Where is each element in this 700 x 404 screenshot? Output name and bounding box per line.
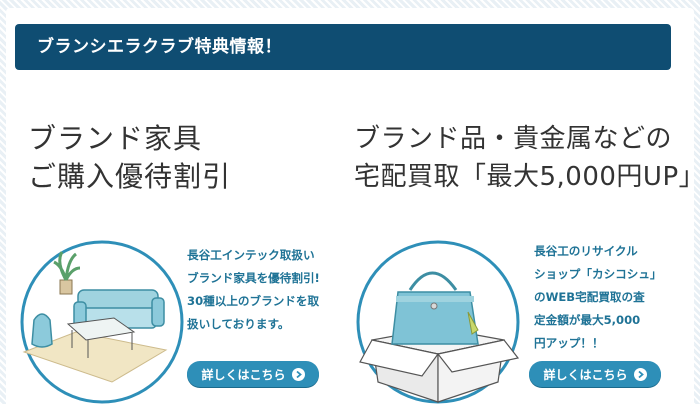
handbag-box-illustration-icon [356,240,520,404]
furniture-offer-description: 長谷工インテック取扱い ブランド家具を優待割引! 30種以上のブランドを取 扱い… [187,248,320,331]
button-label: 詳しくはこちら [543,367,628,382]
headline-line-2: 宅配買取「最大5,000円UP」 [354,162,700,192]
arrow-right-icon [633,367,647,381]
headline-line-1: ブランド品・貴金属などの [354,124,673,154]
furniture-details-button[interactable]: 詳しくはこちら [187,361,319,387]
furniture-offer-headline: ブランド家具 ご購入優待割引 [28,120,231,196]
headline-line-2: ご購入優待割引 [28,160,232,193]
furniture-illustration-icon [20,240,184,404]
buyback-offer-description: 長谷工のリサイクル ショップ「カシコシュ」 のWEB宅配買取の査 定金額が最大5… [534,244,662,350]
button-label: 詳しくはこちら [201,367,286,382]
buyback-details-button[interactable]: 詳しくはこちら [529,361,661,387]
headline-line-1: ブランド家具 [28,122,203,155]
banner-title: ブランシエラクラブ特典情報！ [37,37,282,57]
buyback-offer-headline: ブランド品・貴金属などの 宅配買取「最大5,000円UP」 [354,120,700,196]
benefits-banner: ブランシエラクラブ特典情報！ [15,24,671,70]
arrow-right-icon [291,367,305,381]
